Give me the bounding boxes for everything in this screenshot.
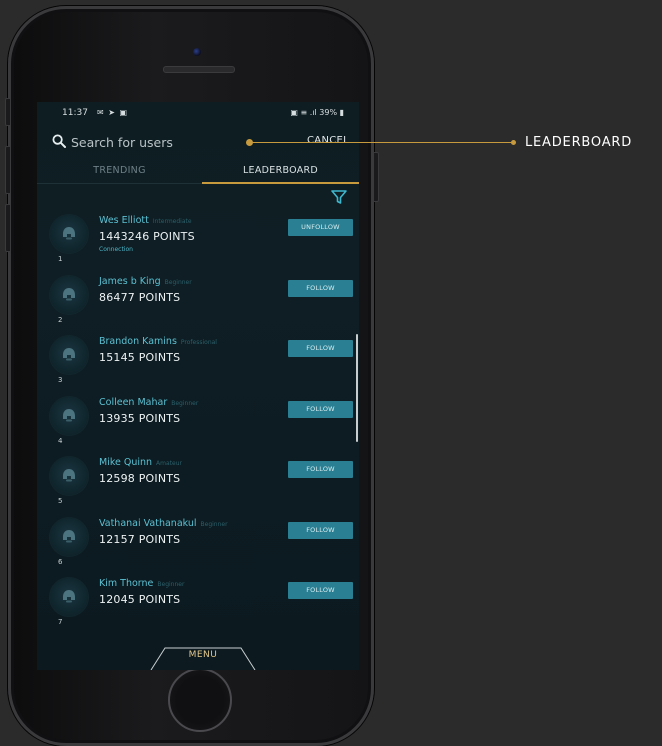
rank-number: 4	[58, 436, 63, 445]
front-camera	[193, 48, 201, 56]
follow-button[interactable]: FOLLOW	[288, 340, 353, 357]
tab-bar: TRENDING LEADERBOARD	[37, 160, 359, 184]
user-avatar[interactable]	[50, 578, 88, 616]
app-screen: 11:37 ✉ ➤ ▣ ▣ ≡ .ıl 39% ▮ CANCEL TRENDIN…	[37, 102, 359, 670]
unfollow-button[interactable]: UNFOLLOW	[288, 219, 353, 236]
tab-trending[interactable]: TRENDING	[37, 160, 202, 182]
helmet-icon	[63, 348, 75, 361]
user-level: Intermediate	[152, 218, 192, 225]
user-level: Amateur	[156, 460, 182, 467]
leaderboard-row[interactable]: 4 Colleen Mahar Beginner 13935 POINTS FOLLOW	[37, 394, 359, 454]
leaderboard-row[interactable]: 3 Brandon Kamins Professional 15145 POINTS F…	[37, 333, 359, 393]
filter-icon[interactable]	[331, 190, 347, 204]
follow-button[interactable]: FOLLOW	[288, 582, 353, 599]
tab-leaderboard[interactable]: LEADERBOARD	[202, 160, 359, 182]
helmet-icon	[63, 529, 75, 542]
username[interactable]: Colleen Mahar Beginner	[99, 397, 198, 408]
points-value: 1443246 POINTS	[99, 230, 195, 243]
menu-label: MENU	[188, 650, 218, 660]
status-indicators: ▣ ≡ .ıl 39% ▮	[290, 108, 344, 117]
volume-up-button	[5, 146, 11, 194]
username-text: Colleen Mahar	[99, 396, 168, 408]
volume-down-button	[5, 204, 11, 252]
username-text: Kim Thorne	[99, 578, 154, 589]
points-value: 86477 POINTS	[99, 290, 181, 304]
notification-icons: ✉ ➤ ▣	[97, 108, 129, 117]
cancel-button[interactable]: CANCEL	[307, 135, 349, 146]
rank-number: 6	[58, 557, 63, 566]
username[interactable]: Mike Quinn Amateur	[99, 457, 182, 468]
rank-number: 1	[58, 255, 63, 263]
rank-number: 5	[58, 497, 63, 505]
active-tab-indicator	[202, 182, 359, 184]
points-value: 12598 POINTS	[99, 472, 181, 485]
menu-button[interactable]: MENU	[149, 640, 257, 670]
phone-frame: 11:37 ✉ ➤ ▣ ▣ ≡ .ıl 39% ▮ CANCEL TRENDIN…	[5, 6, 379, 746]
username[interactable]: James b King Beginner	[99, 276, 192, 287]
leaderboard-row[interactable]: 5 Mike Quinn Amateur 12598 POINTS FOLLOW	[37, 454, 359, 514]
username-text: Mike Quinn	[99, 457, 153, 468]
username[interactable]: Kim Thorne Beginner	[99, 578, 184, 589]
leaderboard-row[interactable]: 2 James b King Beginner 86477 POINTS FOLLOW	[37, 273, 359, 333]
bottom-menu: MENU	[37, 640, 359, 670]
user-avatar[interactable]	[50, 275, 88, 314]
username[interactable]: Vathanai Vathanakul Beginner	[99, 518, 228, 529]
helmet-icon	[63, 469, 75, 482]
search-input[interactable]	[71, 132, 261, 152]
user-level: Beginner	[200, 520, 228, 528]
user-level: Beginner	[171, 399, 199, 407]
rank-number: 7	[58, 618, 63, 626]
callout-end-dot	[511, 140, 516, 145]
helmet-icon	[63, 590, 75, 603]
username-text: Vathanai Vathanakul	[99, 517, 197, 529]
follow-button[interactable]: FOLLOW	[288, 521, 353, 539]
username-text: James b King	[99, 275, 161, 287]
points-value: 12045 POINTS	[99, 593, 181, 606]
username-text: Wes Elliott	[99, 215, 149, 226]
status-time: 11:37	[62, 108, 88, 118]
helmet-icon	[63, 227, 75, 240]
follow-button[interactable]: FOLLOW	[288, 400, 353, 418]
status-bar: 11:37 ✉ ➤ ▣ ▣ ≡ .ıl 39% ▮	[37, 102, 359, 122]
user-level: Beginner	[164, 278, 192, 286]
username-text: Brandon Kamins	[99, 336, 177, 347]
helmet-icon	[63, 287, 75, 300]
callout-line	[249, 142, 514, 143]
follow-button[interactable]: FOLLOW	[288, 279, 353, 297]
leaderboard-row[interactable]: 7 Kim Thorne Beginner 12045 POINTS FOLLOW	[37, 575, 359, 635]
rank-number: 2	[58, 315, 63, 324]
leaderboard-row[interactable]: 1 Wes Elliott Intermediate 1443246 POINTS Co…	[37, 212, 359, 272]
search-icon[interactable]	[52, 134, 66, 148]
user-level: Professional	[180, 339, 217, 346]
rank-number: 3	[58, 376, 63, 384]
points-value: 12157 POINTS	[99, 532, 181, 546]
username[interactable]: Brandon Kamins Professional	[99, 336, 217, 347]
user-avatar[interactable]	[50, 336, 88, 374]
connection-status: Connection	[99, 246, 133, 253]
points-value: 15145 POINTS	[99, 351, 181, 364]
helmet-icon	[63, 408, 75, 421]
follow-button[interactable]: FOLLOW	[288, 461, 353, 478]
user-avatar[interactable]	[50, 517, 88, 556]
silent-switch	[5, 98, 11, 126]
callout-label: LEADERBOARD	[525, 135, 633, 150]
user-avatar[interactable]	[50, 396, 88, 435]
user-level: Beginner	[157, 581, 185, 588]
leaderboard-row[interactable]: 6 Vathanai Vathanakul Beginner 12157 POINTS…	[37, 515, 359, 575]
user-avatar[interactable]	[50, 215, 88, 253]
scrollbar[interactable]	[356, 334, 358, 442]
earpiece-speaker	[163, 66, 235, 73]
home-button[interactable]	[168, 668, 232, 732]
username[interactable]: Wes Elliott Intermediate	[99, 215, 192, 226]
power-button	[373, 152, 379, 202]
user-avatar[interactable]	[50, 457, 88, 495]
points-value: 13935 POINTS	[99, 411, 181, 425]
